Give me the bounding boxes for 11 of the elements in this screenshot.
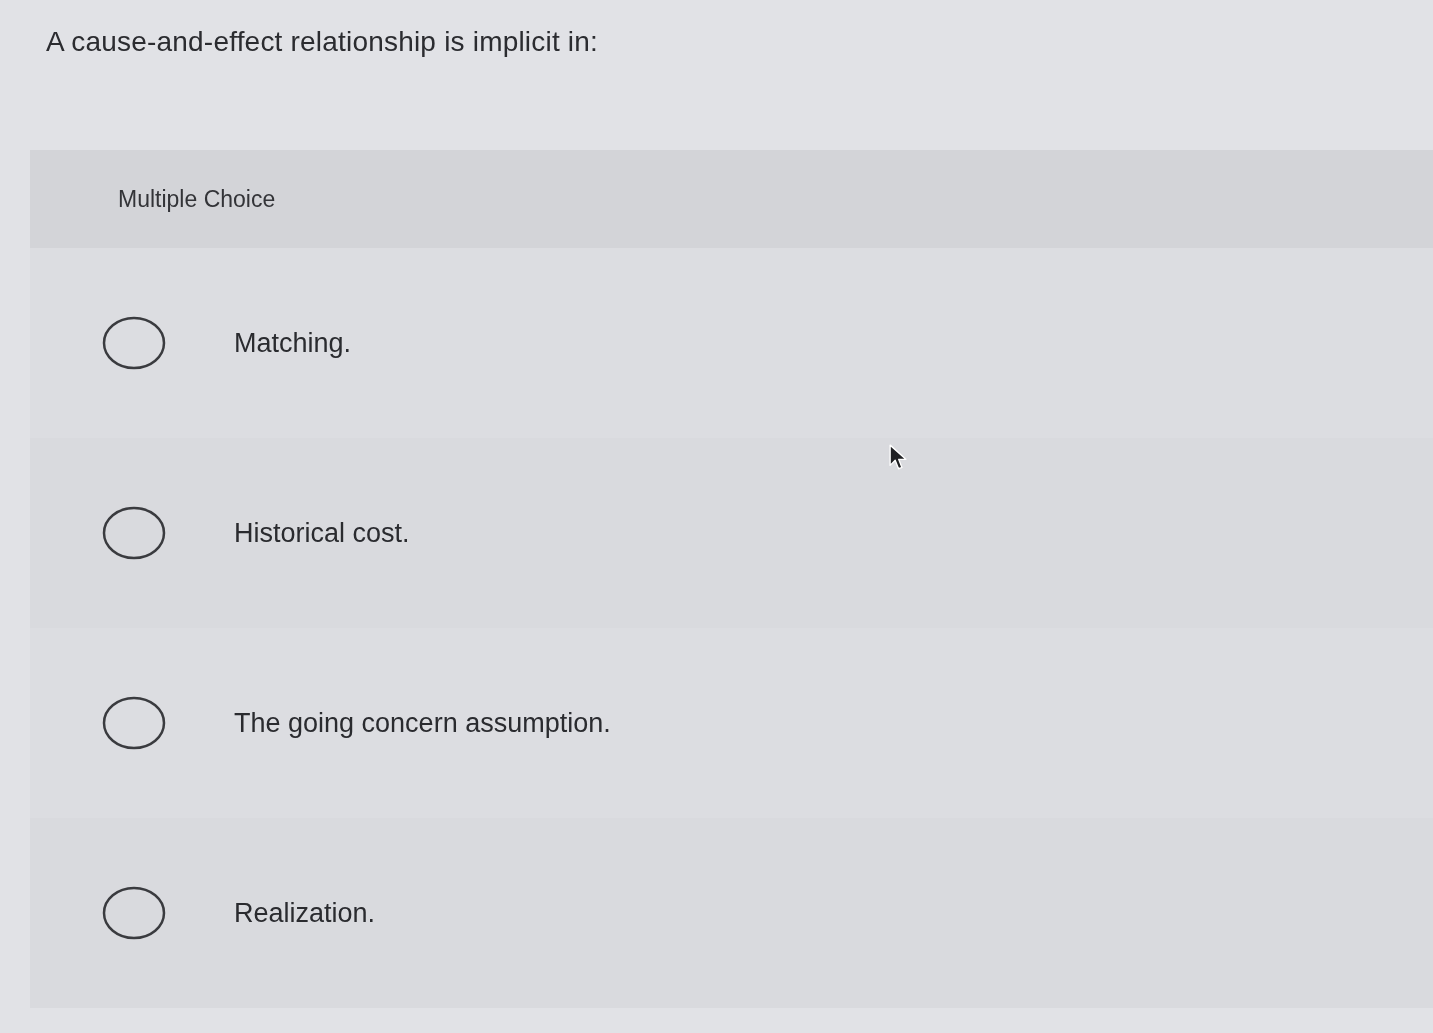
question-text: A cause-and-effect relationship is implicit in: <box>46 26 599 57</box>
mouse-pointer-icon <box>889 444 907 471</box>
option-label[interactable]: Realization. <box>234 897 376 929</box>
radio-button[interactable] <box>102 316 166 370</box>
radio-button[interactable] <box>102 506 166 560</box>
option-label[interactable]: Historical cost. <box>234 517 410 549</box>
radio-button[interactable] <box>102 696 166 750</box>
question-type-label: Multiple Choice <box>118 185 276 213</box>
radio-button[interactable] <box>102 886 166 940</box>
option-label[interactable]: The going concern assumption. <box>234 707 611 739</box>
option-label[interactable]: Matching. <box>234 327 352 359</box>
